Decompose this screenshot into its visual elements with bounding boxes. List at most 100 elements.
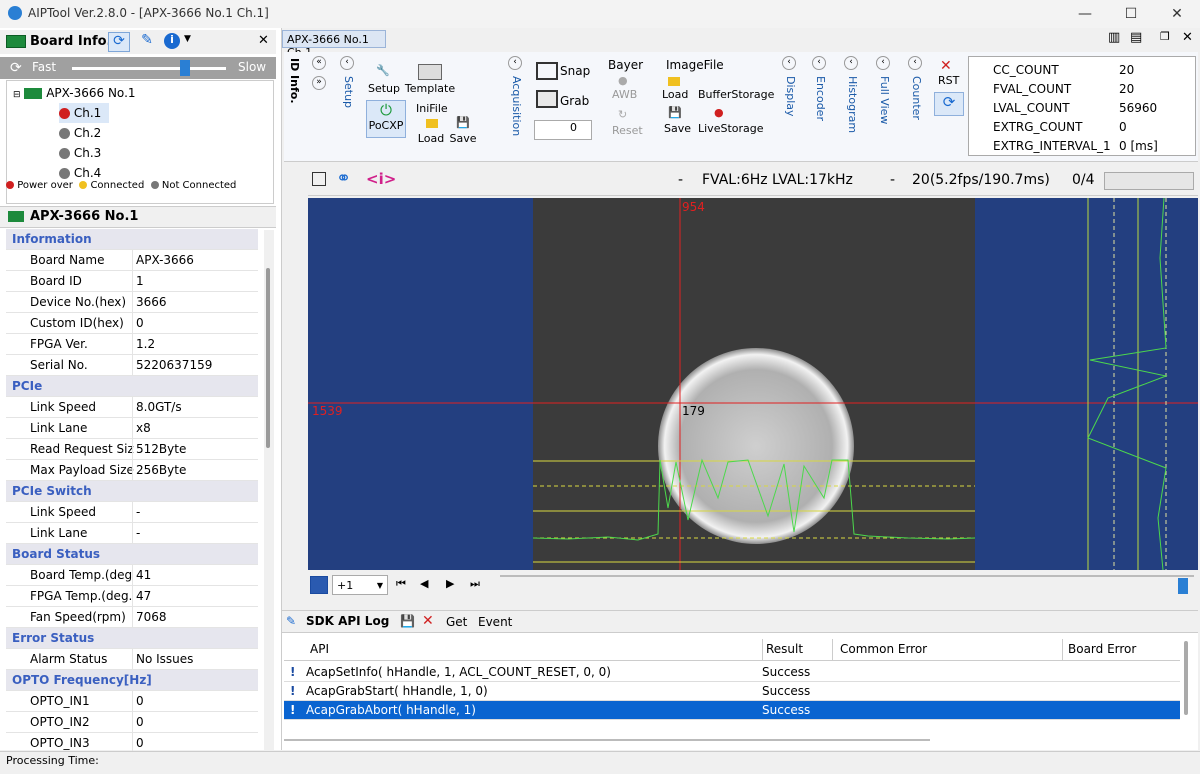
tab-apx-ch1[interactable]: APX-3666 No.1 Ch.1 xyxy=(282,30,386,59)
restore-icon[interactable]: ❐ xyxy=(1160,30,1170,43)
col-result[interactable]: Result xyxy=(766,642,803,656)
setup-button[interactable]: Setup xyxy=(364,82,404,95)
edit-icon[interactable]: ✎ xyxy=(136,32,158,52)
full-view-group-label[interactable]: Full View xyxy=(878,76,891,124)
snap-button[interactable]: Snap xyxy=(560,64,590,78)
layout-columns-icon[interactable]: ▥ xyxy=(1108,30,1120,45)
collapse-icon[interactable]: ‹ xyxy=(508,56,522,70)
prev-frame-icon[interactable]: ◀ xyxy=(420,577,428,590)
info-icon[interactable]: i xyxy=(164,33,180,49)
wrench-icon[interactable]: 🔧 xyxy=(368,64,398,77)
last-frame-icon[interactable]: ⏭ xyxy=(470,577,480,591)
inifile-load-button[interactable]: Load xyxy=(414,132,448,145)
save-icon[interactable]: 💾 xyxy=(400,614,415,628)
refresh-icon[interactable]: ⟳ xyxy=(934,92,964,116)
property-row[interactable]: Link Speed 8.0GT/s xyxy=(6,397,258,418)
template-button[interactable]: Template xyxy=(404,82,456,95)
next-frame-icon[interactable]: ▶ xyxy=(446,577,454,590)
clear-icon[interactable]: ✕ xyxy=(422,613,434,629)
tree-item-ch2[interactable]: Ch.2 xyxy=(59,123,101,143)
close-button[interactable]: ✕ xyxy=(1154,0,1200,28)
pocxp-button[interactable]: ⏻ PoCXP xyxy=(366,100,406,138)
close-icon[interactable]: ✕ xyxy=(258,33,269,48)
image-load-button[interactable]: Load xyxy=(662,88,688,101)
live-storage-button[interactable]: LiveStorage xyxy=(698,122,764,135)
property-row[interactable]: Custom ID(hex) 0 xyxy=(6,313,258,334)
property-row[interactable]: Board ID 1 xyxy=(6,271,258,292)
tree-item-ch1[interactable]: Ch.1 xyxy=(59,103,110,123)
reset-button[interactable]: Reset xyxy=(612,124,643,137)
close-icon[interactable]: ✕ xyxy=(1182,30,1193,45)
info-overlay-icon[interactable]: <i> xyxy=(366,170,396,188)
property-category[interactable]: Information xyxy=(6,229,258,250)
histogram-group-label[interactable]: Histogram xyxy=(846,76,859,133)
property-row[interactable]: Board Temp.(deg 41 xyxy=(6,565,258,586)
id-info-label[interactable]: ID Info. xyxy=(288,58,301,104)
tree-item-ch3[interactable]: Ch.3 xyxy=(59,143,101,163)
property-row[interactable]: OPTO_IN2 0 xyxy=(6,712,258,733)
property-row[interactable]: Fan Speed(rpm) 7068 xyxy=(6,607,258,628)
log-row-selected[interactable]: ! AcapGrabAbort( hHandle, 1) Success xyxy=(284,701,1180,720)
property-row[interactable]: Board Name APX-3666 xyxy=(6,250,258,271)
slider-thumb[interactable] xyxy=(180,60,190,76)
property-row[interactable]: Link Lane x8 xyxy=(6,418,258,439)
setup-group-label[interactable]: Setup xyxy=(342,76,355,108)
property-category[interactable]: Error Status xyxy=(6,628,258,649)
property-category[interactable]: PCIe Switch xyxy=(6,481,258,502)
expand-right-icon[interactable]: » xyxy=(312,76,326,90)
collapse-icon[interactable]: ‹ xyxy=(908,56,922,70)
frame-count-spinner[interactable]: 0 xyxy=(534,120,592,140)
frame-slider-thumb[interactable] xyxy=(1178,578,1188,594)
inifile-save-button[interactable]: Save xyxy=(446,132,480,145)
property-row[interactable]: Link Lane - xyxy=(6,523,258,544)
buffer-storage-button[interactable]: BufferStorage xyxy=(698,88,774,101)
display-group-label[interactable]: Display xyxy=(784,76,797,117)
layout-rows-icon[interactable]: ▤ xyxy=(1130,30,1142,45)
property-row[interactable]: FPGA Ver. 1.2 xyxy=(6,334,258,355)
refresh-icon[interactable]: ⟳ xyxy=(108,32,130,52)
log-vscroll[interactable] xyxy=(1184,641,1188,715)
awb-button[interactable]: AWB xyxy=(612,88,637,101)
property-row[interactable]: Serial No. 5220637159 xyxy=(6,355,258,376)
collapse-icon[interactable]: ‹ xyxy=(876,56,890,70)
maximize-button[interactable]: ☐ xyxy=(1108,0,1154,28)
property-row[interactable]: Device No.(hex) 3666 xyxy=(6,292,258,313)
get-button[interactable]: Get xyxy=(446,615,467,629)
property-category[interactable]: PCIe xyxy=(6,376,258,397)
property-row[interactable]: Alarm Status No Issues xyxy=(6,649,258,670)
minimize-button[interactable]: — xyxy=(1062,0,1108,28)
scrollbar-thumb[interactable] xyxy=(266,268,270,448)
log-hscroll[interactable] xyxy=(284,739,930,741)
step-select[interactable]: +1 ▼ xyxy=(332,575,388,595)
counter-group-label[interactable]: Counter xyxy=(910,76,923,120)
property-row[interactable]: FPGA Temp.(deg. 47 xyxy=(6,586,258,607)
col-common-error[interactable]: Common Error xyxy=(840,642,927,656)
log-row[interactable]: ! AcapGrabStart( hHandle, 1, 0) Success xyxy=(284,682,1180,701)
event-button[interactable]: Event xyxy=(478,615,512,629)
chevron-down-icon[interactable]: ▼ xyxy=(184,34,191,44)
tree-root[interactable]: ⊟ APX-3666 No.1 xyxy=(13,83,136,103)
frame-slider[interactable] xyxy=(500,575,1194,577)
property-category[interactable]: Board Status xyxy=(6,544,258,565)
first-frame-icon[interactable]: ⏮ xyxy=(396,577,406,591)
collapse-left-icon[interactable]: « xyxy=(312,56,326,70)
image-save-button[interactable]: Save xyxy=(664,122,691,135)
collapse-icon[interactable]: ‹ xyxy=(844,56,858,70)
grab-button[interactable]: Grab xyxy=(560,94,589,108)
property-row[interactable]: Read Request Siz 512Byte xyxy=(6,439,258,460)
fit-icon[interactable] xyxy=(312,172,326,186)
encoder-group-label[interactable]: Encoder xyxy=(814,76,827,121)
speed-slider[interactable]: ⟳ Fast Slow xyxy=(0,57,276,79)
connect-icon[interactable]: ⚭ xyxy=(336,168,351,189)
image-view[interactable]: 954 1539 179 xyxy=(308,198,1198,570)
property-row[interactable]: OPTO_IN1 0 xyxy=(6,691,258,712)
collapse-icon[interactable]: ‹ xyxy=(782,56,796,70)
log-row[interactable]: ! AcapSetInfo( hHandle, 1, ACL_COUNT_RES… xyxy=(284,663,1180,682)
property-row[interactable]: Link Speed - xyxy=(6,502,258,523)
acquisition-group-label[interactable]: Acquisition xyxy=(510,76,523,136)
monitor-icon[interactable] xyxy=(310,576,328,594)
property-category[interactable]: OPTO Frequency[Hz] xyxy=(6,670,258,691)
col-board-error[interactable]: Board Error xyxy=(1068,642,1136,656)
col-api[interactable]: API xyxy=(310,642,329,656)
property-row[interactable]: Max Payload Size 256Byte xyxy=(6,460,258,481)
